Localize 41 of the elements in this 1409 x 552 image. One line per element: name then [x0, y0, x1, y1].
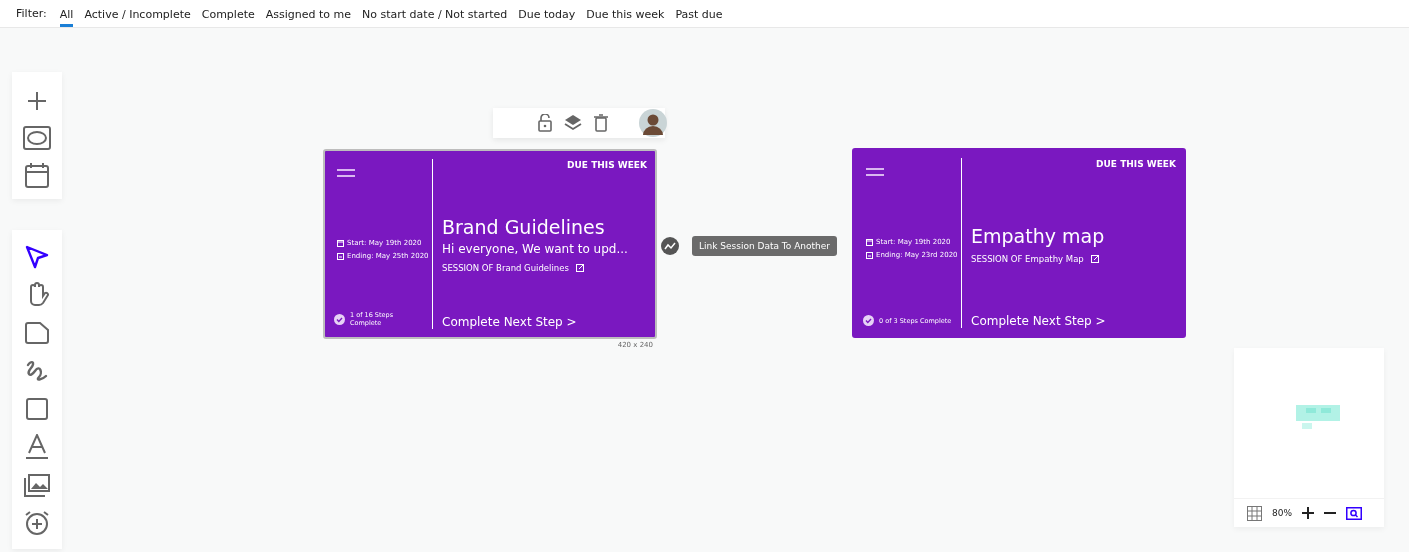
- calendar-icon[interactable]: [22, 160, 52, 189]
- filter-tab[interactable]: Due this week: [586, 3, 665, 27]
- due-label: DUE THIS WEEK: [567, 160, 647, 170]
- external-link-icon[interactable]: [575, 264, 584, 272]
- card-title: Empathy map: [971, 225, 1106, 247]
- filter-tab[interactable]: Past due: [675, 3, 723, 27]
- filter-tab[interactable]: Due today: [518, 3, 576, 27]
- check-circle-icon: [863, 315, 874, 326]
- calendar-icon: [866, 251, 873, 259]
- complete-step-button[interactable]: Complete Next Step >: [971, 314, 1106, 328]
- unlock-icon[interactable]: [538, 114, 552, 132]
- external-link-icon[interactable]: [1090, 255, 1099, 263]
- calendar-icon: [337, 239, 344, 247]
- filter-label: Filter:: [16, 7, 47, 20]
- trash-icon[interactable]: [594, 114, 608, 132]
- filter-tab[interactable]: Active / Incomplete: [84, 3, 191, 27]
- zoom-in-icon[interactable]: [1302, 507, 1314, 519]
- filter-tab[interactable]: No start date / Not started: [362, 3, 508, 27]
- search-icon[interactable]: [1346, 506, 1362, 520]
- avatar[interactable]: [639, 109, 667, 137]
- tooltip: Link Session Data To Another: [692, 236, 837, 256]
- calendar-icon: [337, 252, 344, 260]
- card-title: Brand Guidelines: [442, 216, 606, 238]
- session-link[interactable]: SESSION OF Brand Guidelines: [442, 263, 569, 273]
- check-circle-icon: [334, 313, 345, 325]
- drag-handle-icon[interactable]: [337, 169, 355, 177]
- filter-tab[interactable]: Complete: [201, 3, 255, 27]
- minimap-preview: [1296, 405, 1342, 431]
- zoom-level: 80%: [1272, 508, 1292, 518]
- filter-tab[interactable]: Assigned to me: [265, 3, 352, 27]
- filter-tab[interactable]: All: [59, 3, 74, 27]
- trend-icon[interactable]: [661, 237, 679, 255]
- ellipse-icon[interactable]: [22, 123, 52, 152]
- session-link[interactable]: SESSION OF Empathy Map: [971, 254, 1084, 264]
- complete-step-button[interactable]: Complete Next Step >: [442, 315, 577, 329]
- calendar-icon: [866, 238, 873, 246]
- grid-icon[interactable]: [1247, 505, 1262, 521]
- drag-handle-icon[interactable]: [866, 168, 884, 176]
- due-label: DUE THIS WEEK: [1096, 159, 1176, 169]
- card-description: Hi everyone, We want to upd...: [442, 242, 629, 256]
- layers-icon[interactable]: [564, 114, 582, 132]
